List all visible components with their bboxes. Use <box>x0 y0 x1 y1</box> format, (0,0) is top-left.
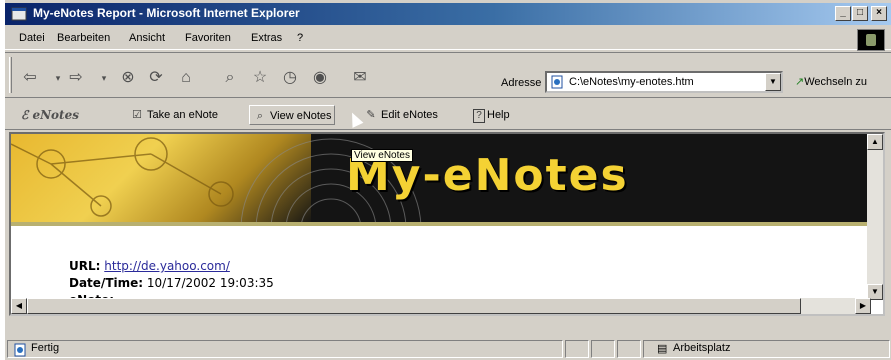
menu-extras[interactable]: Extras <box>251 32 282 44</box>
binoculars-icon: ⌕ <box>256 110 264 122</box>
take-enote-label: Take an eNote <box>147 109 218 121</box>
status-zone: Arbeitsplatz <box>673 342 731 354</box>
menu-help[interactable]: ? <box>297 32 303 44</box>
datetime-value: 10/17/2002 19:03:35 <box>146 276 274 290</box>
horizontal-scrollbar[interactable]: ◀ ▶ <box>11 298 871 314</box>
enotes-logo-text: eNotes <box>32 108 79 122</box>
edit-enotes-label: Edit eNotes <box>381 109 438 121</box>
menu-bar: Datei Bearbeiten Ansicht Favoriten Extra… <box>5 28 891 50</box>
go-label: Wechseln zu <box>804 76 867 88</box>
minimize-button[interactable]: _ <box>835 6 851 21</box>
status-main-cell <box>7 340 563 358</box>
address-label: Adresse <box>501 77 542 89</box>
standard-toolbar: ⇦ ▾ ⇨ ▾ ⊗ ⟳ ⌂ ⌕ ☆ ◷ ◉ ✉ Adresse C:\eNote… <box>5 52 891 98</box>
datetime-row: Date/Time: 10/17/2002 19:03:35 <box>69 275 274 292</box>
go-button[interactable]: ↗Wechseln zu <box>795 75 867 88</box>
browser-window: My-eNotes Report - Microsoft Internet Ex… <box>4 0 891 360</box>
address-dropdown-icon[interactable]: ▼ <box>765 73 781 91</box>
windows-logo-throbber <box>857 29 885 51</box>
internet-explorer-icon <box>11 7 27 21</box>
view-enotes-label: View eNotes <box>270 110 332 122</box>
media-icon[interactable]: ◉ <box>309 67 331 89</box>
scroll-right-icon[interactable]: ▶ <box>855 298 871 314</box>
url-row: URL: http://de.yahoo.com/ <box>69 258 274 275</box>
banner: My-eNotes View eNotes <box>11 134 883 226</box>
view-enotes-button[interactable]: ⌕ View eNotes <box>249 105 335 125</box>
scroll-up-icon[interactable]: ▲ <box>867 134 883 150</box>
banner-divider <box>11 222 883 226</box>
home-icon[interactable]: ⌂ <box>175 67 197 89</box>
maximize-button[interactable]: □ <box>852 6 868 21</box>
go-arrow-icon: ↗ <box>795 76 805 88</box>
url-link[interactable]: http://de.yahoo.com/ <box>104 259 230 273</box>
menu-bearbeiten[interactable]: Bearbeiten <box>57 32 110 44</box>
status-cell <box>565 340 589 358</box>
take-enote-button[interactable]: ☑ Take an eNote <box>129 105 218 125</box>
favorites-icon[interactable]: ☆ <box>249 67 271 89</box>
search-icon[interactable]: ⌕ <box>219 67 241 89</box>
vertical-scrollbar[interactable]: ▲ ▼ <box>867 134 883 300</box>
address-field[interactable]: C:\eNotes\my-enotes.htm ▼ <box>545 71 783 93</box>
help-label: Help <box>487 109 510 121</box>
edit-enotes-button[interactable]: ✎ Edit eNotes <box>363 105 438 125</box>
status-cell <box>591 340 615 358</box>
help-button[interactable]: ? Help <box>473 105 510 125</box>
status-text: Fertig <box>31 342 60 354</box>
enotes-toolbar: ℰ eNotes ☑ Take an eNote ⌕ View eNotes ✎ Ed… <box>5 100 891 130</box>
scroll-left-icon[interactable]: ◀ <box>11 298 27 314</box>
check-note-icon: ☑ <box>132 109 142 121</box>
datetime-label: Date/Time: <box>69 276 144 290</box>
history-icon[interactable]: ◷ <box>279 67 301 89</box>
url-label: URL: <box>69 259 101 273</box>
address-value: C:\eNotes\my-enotes.htm <box>569 76 694 88</box>
edit-notes-icon: ✎ <box>366 109 376 121</box>
page-done-icon <box>14 343 26 357</box>
stop-icon[interactable]: ⊗ <box>117 67 139 89</box>
computer-icon: ▤ <box>657 343 668 355</box>
tooltip: View eNotes <box>351 149 413 162</box>
forward-dropdown-icon[interactable]: ▾ <box>93 67 115 89</box>
forward-icon[interactable]: ⇨ <box>65 67 87 89</box>
status-cell <box>617 340 641 358</box>
page-icon <box>551 75 563 89</box>
help-icon: ? <box>473 109 485 123</box>
menu-favoriten[interactable]: Favoriten <box>185 32 231 44</box>
refresh-icon[interactable]: ⟳ <box>145 67 167 89</box>
status-bar: Fertig ▤ Arbeitsplatz <box>5 338 891 360</box>
toolbar-grip[interactable] <box>9 57 12 93</box>
back-icon[interactable]: ⇦ <box>19 67 41 89</box>
close-button[interactable]: × <box>871 6 887 21</box>
menu-datei[interactable]: Datei <box>19 32 45 44</box>
mail-icon[interactable]: ✉ <box>349 67 371 89</box>
window-title: My-eNotes Report - Microsoft Internet Ex… <box>33 6 300 20</box>
title-bar[interactable]: My-eNotes Report - Microsoft Internet Ex… <box>5 3 891 25</box>
horizontal-scroll-thumb[interactable] <box>27 298 801 314</box>
page-content[interactable]: My-eNotes View eNotes URL: http://de.yah… <box>9 132 885 316</box>
menu-ansicht[interactable]: Ansicht <box>129 32 165 44</box>
enotes-logo: ℰ eNotes <box>21 108 79 122</box>
